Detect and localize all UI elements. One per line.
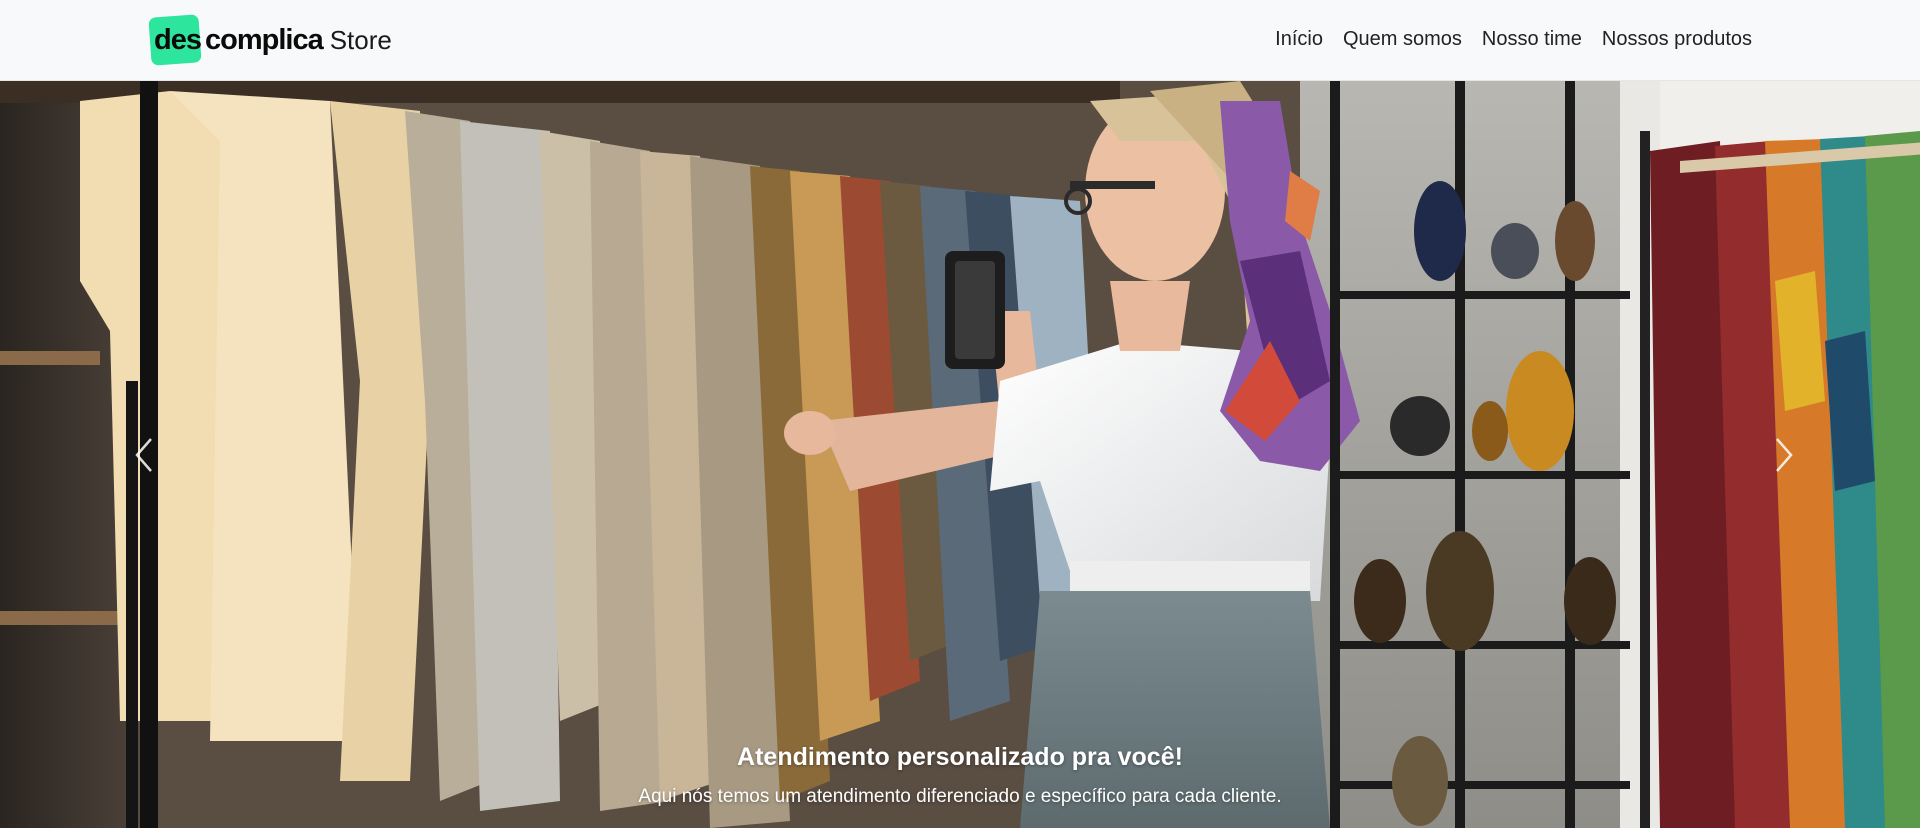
chevron-left-icon <box>135 437 152 472</box>
carousel-caption: Atendimento personalizado pra você! Aqui… <box>0 743 1920 808</box>
logo-part-store: Store <box>329 24 392 55</box>
hero-carousel: Atendimento personalizado pra você! Aqui… <box>0 81 1920 828</box>
logo-part-des: des <box>154 23 202 56</box>
nav-link-inicio[interactable]: Início <box>1265 28 1333 51</box>
nav-link-nosso-time[interactable]: Nosso time <box>1472 28 1592 51</box>
carousel-prev-button[interactable] <box>64 81 224 828</box>
carousel-caption-title: Atendimento personalizado pra você! <box>737 743 1183 771</box>
logo-text: des complica Store <box>150 24 392 57</box>
logo-part-complica: complica <box>204 23 324 56</box>
brand-logo[interactable]: des complica Store <box>148 14 392 66</box>
main-nav: Início Quem somos Nosso time Nossos prod… <box>1265 28 1762 51</box>
chevron-right-icon <box>1776 437 1793 472</box>
carousel-next-button[interactable] <box>1704 81 1864 828</box>
nav-link-nossos-produtos[interactable]: Nossos produtos <box>1592 28 1762 51</box>
top-navbar: des complica Store Início Quem somos Nos… <box>0 0 1920 81</box>
nav-link-quem-somos[interactable]: Quem somos <box>1333 28 1472 51</box>
carousel-caption-text: Aqui nós temos um atendimento diferencia… <box>638 786 1282 807</box>
carousel-slide-image <box>0 81 1920 828</box>
